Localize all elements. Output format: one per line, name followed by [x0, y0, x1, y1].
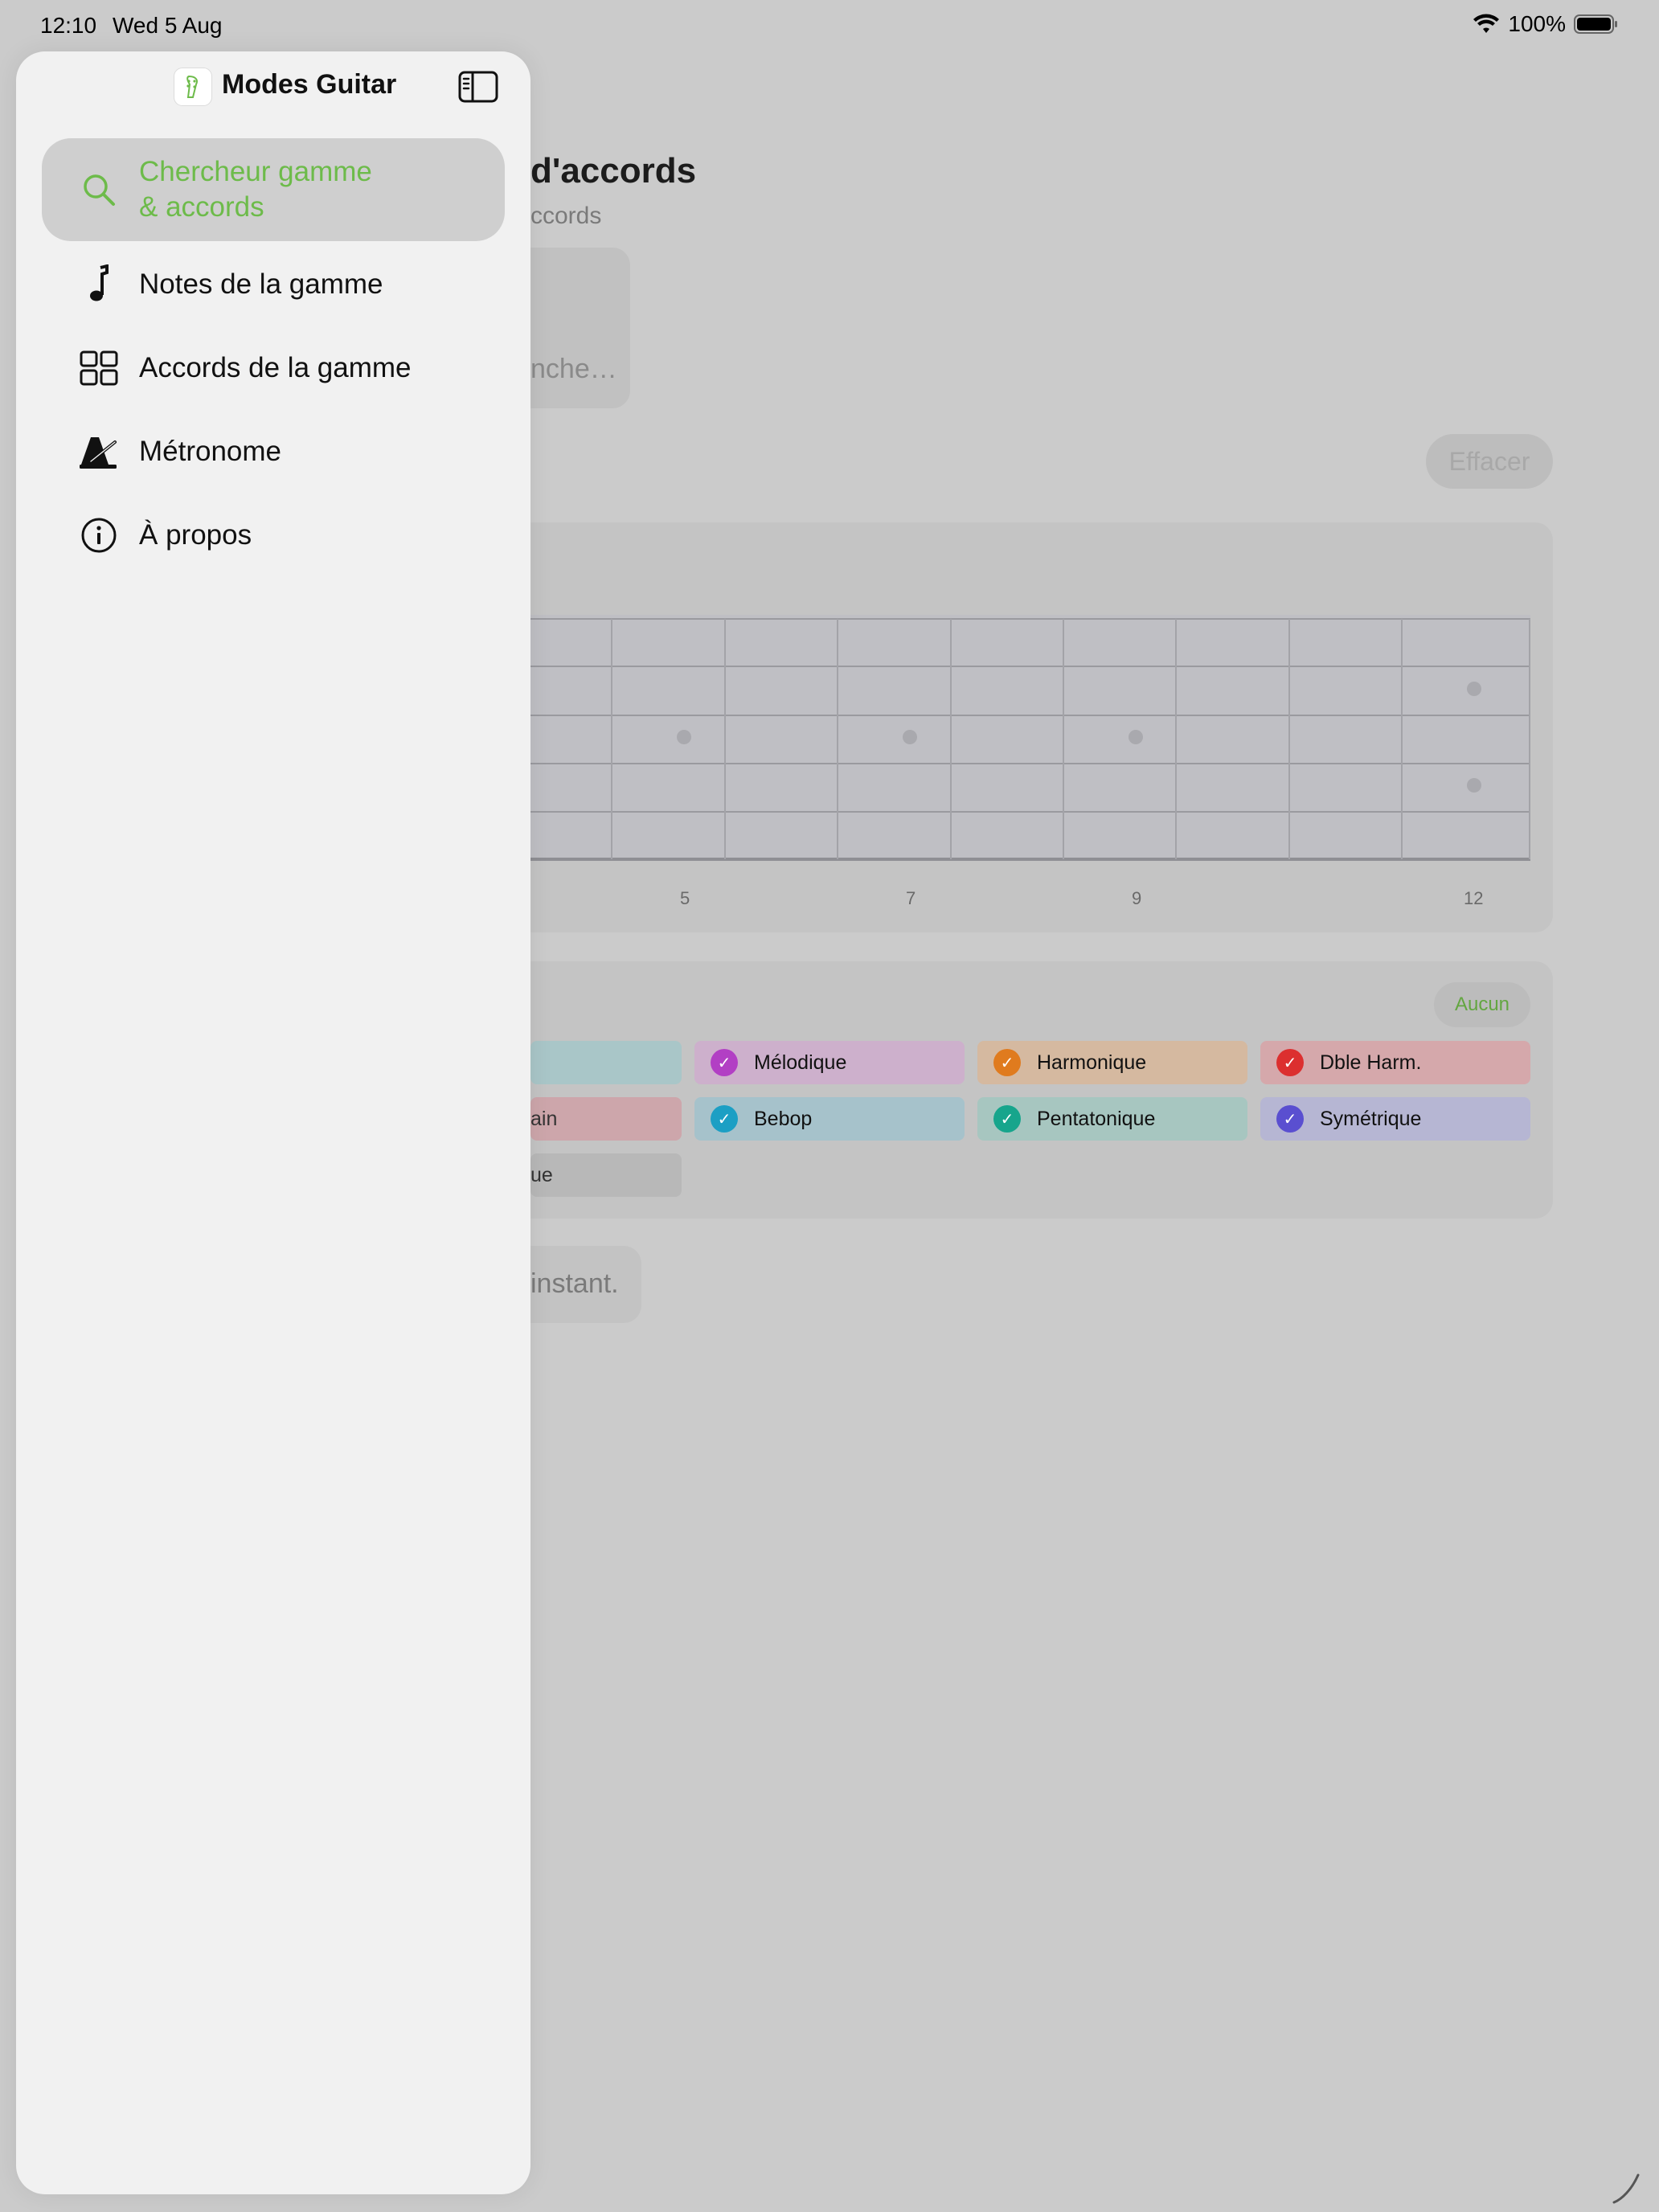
category-label: ain	[530, 1107, 558, 1130]
select-none-button[interactable]: Aucun	[1434, 982, 1530, 1027]
sidebar-item-about[interactable]: À propos	[42, 500, 505, 571]
sidebar-item-label: Accords de la gamme	[139, 352, 412, 383]
checkmark-icon: ✓	[993, 1049, 1021, 1076]
status-bar: 12:10 Wed 5 Aug 100%	[0, 0, 1659, 51]
fret-label-5: 5	[680, 888, 690, 908]
metronome-icon	[79, 432, 119, 472]
category-chip-partial[interactable]: ue	[530, 1153, 682, 1197]
sidebar-item-scale-notes[interactable]: Notes de la gamme	[42, 249, 505, 320]
music-note-icon	[79, 264, 119, 305]
category-chip-partial[interactable]	[530, 1041, 682, 1084]
sidebar-item-metronome[interactable]: Métronome	[42, 416, 505, 487]
scribble-indicator-icon	[1612, 2173, 1640, 2204]
empty-state-text: instant.	[530, 1268, 619, 1299]
checkmark-icon: ✓	[711, 1049, 738, 1076]
app-title: Modes Guitar	[222, 69, 397, 100]
sidebar-item-scale-chord-finder[interactable]: Chercheur gamme & accords	[42, 138, 505, 241]
category-chip-melodique[interactable]: ✓ Mélodique	[694, 1041, 965, 1084]
page-title: d'accords	[530, 151, 697, 190]
checkmark-icon: ✓	[1276, 1105, 1304, 1133]
sidebar-item-scale-chords[interactable]: Accords de la gamme	[42, 333, 505, 403]
wifi-icon	[1473, 14, 1500, 33]
category-chip-double-harmonique[interactable]: ✓ Dble Harm.	[1260, 1041, 1530, 1084]
category-chip-pentatonique[interactable]: ✓ Pentatonique	[977, 1097, 1247, 1141]
battery-icon	[1574, 14, 1617, 34]
fret-label-7: 7	[906, 888, 916, 908]
clear-button[interactable]: Effacer	[1426, 434, 1553, 489]
checkmark-icon: ✓	[1276, 1049, 1304, 1076]
sidebar-item-label: Chercheur gamme & accords	[139, 156, 372, 223]
category-label: Symétrique	[1320, 1107, 1422, 1130]
sidebar-item-label: Notes de la gamme	[139, 268, 383, 300]
category-label: Mélodique	[754, 1051, 847, 1074]
sidebar-item-label: Métronome	[139, 436, 282, 467]
category-chip-partial[interactable]: ain	[530, 1097, 682, 1141]
category-label: Pentatonique	[1037, 1107, 1156, 1130]
sidebar-header: Modes Guitar	[16, 51, 530, 124]
category-label: Dble Harm.	[1320, 1051, 1422, 1074]
category-chip-harmonique[interactable]: ✓ Harmonique	[977, 1041, 1247, 1084]
checkmark-icon: ✓	[711, 1105, 738, 1133]
battery-percent: 100%	[1508, 11, 1566, 36]
status-time: 12:10	[40, 13, 97, 38]
fret-label-12: 12	[1464, 888, 1484, 908]
checkmark-icon: ✓	[993, 1105, 1021, 1133]
status-date: Wed 5 Aug	[113, 13, 223, 38]
category-chip-symetrique[interactable]: ✓ Symétrique	[1260, 1097, 1530, 1141]
sidebar-item-label: À propos	[139, 519, 252, 551]
fret-label-9: 9	[1132, 888, 1142, 908]
search-icon	[79, 170, 119, 210]
guitar-headstock-icon	[186, 75, 198, 98]
category-label: Harmonique	[1037, 1051, 1147, 1074]
category-label: ue	[530, 1163, 553, 1186]
sidebar: Modes Guitar Chercheur gamme & accords N…	[16, 51, 530, 2194]
status-indicators: 100%	[1473, 11, 1619, 37]
app-logo-icon	[174, 68, 212, 106]
page-subtitle: ccords	[530, 203, 602, 229]
info-icon	[79, 515, 119, 555]
sidebar-toggle-icon[interactable]	[458, 71, 498, 103]
search-placeholder: nche…	[530, 354, 617, 384]
grid-icon	[79, 348, 119, 388]
category-label: Bebop	[754, 1107, 813, 1130]
category-chip-bebop[interactable]: ✓ Bebop	[694, 1097, 965, 1141]
